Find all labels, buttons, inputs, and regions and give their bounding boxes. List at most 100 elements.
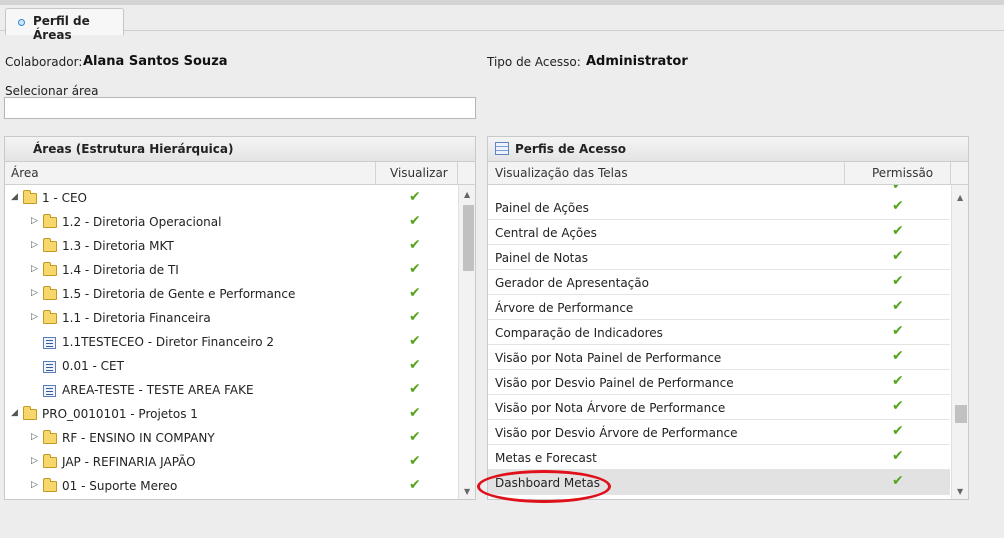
- check-icon[interactable]: ✔: [892, 223, 904, 239]
- tree-row-label: 01 - Suporte Mereo: [62, 479, 178, 493]
- folder-icon: [43, 262, 57, 276]
- check-icon[interactable]: ✔: [892, 248, 904, 264]
- check-icon[interactable]: ✔: [409, 189, 421, 205]
- perfil-row[interactable]: Metas e Forecast ✔: [488, 445, 950, 470]
- areas-scroll-thumb[interactable]: [463, 205, 474, 271]
- check-icon[interactable]: ✔: [409, 309, 421, 325]
- check-icon[interactable]: ✔: [409, 285, 421, 301]
- table-icon: [495, 142, 509, 155]
- tree-row-label: PRO_0010101 - Projetos 1: [42, 407, 198, 421]
- tree-row[interactable]: ◢ 1 - CEO ✔: [5, 187, 457, 211]
- perfis-panel: Perfis de Acesso Visualização das Telas …: [487, 136, 969, 500]
- collapse-arrow-icon[interactable]: ▷: [31, 288, 38, 298]
- perfil-row[interactable]: Central de Ações ✔: [488, 220, 950, 245]
- perfil-row[interactable]: Visão por Nota Painel de Performance ✔: [488, 345, 950, 370]
- tree-row-label: AREA-TESTE - TESTE AREA FAKE: [62, 383, 254, 397]
- highlight-annotation: [477, 470, 611, 503]
- areas-panel-title: Áreas (Estrutura Hierárquica): [33, 142, 234, 156]
- collapse-arrow-icon[interactable]: ▷: [31, 216, 38, 226]
- perfil-row[interactable]: Comparação de Indicadores ✔: [488, 320, 950, 345]
- check-icon: ✔: [892, 185, 904, 193]
- perfil-row[interactable]: Visão por Nota Árvore de Performance ✔: [488, 395, 950, 420]
- check-icon[interactable]: ✔: [892, 298, 904, 314]
- tree-row[interactable]: ▷ 1.2 - Diretoria Operacional ✔: [5, 211, 457, 235]
- perfil-row-label: Comparação de Indicadores: [495, 326, 663, 340]
- check-icon[interactable]: ✔: [409, 381, 421, 397]
- tree-row[interactable]: ▷ 1.1 - Diretoria Financeira ✔: [5, 307, 457, 331]
- tree-row[interactable]: ◢ PRO_0010101 - Projetos 1 ✔: [5, 403, 457, 427]
- col-visualizar[interactable]: Visualizar: [390, 166, 448, 180]
- tree-row-label: 1.4 - Diretoria de TI: [62, 263, 179, 277]
- check-icon[interactable]: ✔: [892, 473, 904, 489]
- tree-row-label: 1.2 - Diretoria Operacional: [62, 215, 222, 229]
- perfil-row-label: Árvore de Performance: [495, 301, 634, 315]
- collapse-arrow-icon[interactable]: ▷: [31, 264, 38, 274]
- tree-row[interactable]: ▷ JAP - REFINARIA JAPÃO ✔: [5, 451, 457, 475]
- tab-label: Perfil de Áreas: [33, 14, 90, 42]
- perfil-row[interactable]: Visão por Desvio Árvore de Performance ✔: [488, 420, 950, 445]
- perfil-row-label: Metas e Forecast: [495, 451, 597, 465]
- perfis-scroll-thumb[interactable]: [955, 405, 967, 423]
- check-icon[interactable]: ✔: [409, 213, 421, 229]
- folder-open-icon: [23, 190, 37, 204]
- folder-icon: [43, 238, 57, 252]
- perfil-row-label: Central de Ações: [495, 226, 597, 240]
- check-icon[interactable]: ✔: [409, 261, 421, 277]
- check-icon[interactable]: ✔: [409, 453, 421, 469]
- perfil-row[interactable]: Árvore de Performance ✔: [488, 295, 950, 320]
- tree-row[interactable]: ▷ 1.5 - Diretoria de Gente e Performance ✔: [5, 283, 457, 307]
- tipo-acesso-value: Administrator: [586, 54, 688, 69]
- check-icon[interactable]: ✔: [409, 237, 421, 253]
- areas-tree: ◢ 1 - CEO ✔ ▷ 1.2 - Diretoria Operacional ✔ ▷ 1…: [5, 185, 457, 499]
- collapse-arrow-icon[interactable]: ▷: [31, 432, 38, 442]
- perfil-row[interactable]: Painel de Notas ✔: [488, 245, 950, 270]
- perfil-row[interactable]: Gerador de Apresentação ✔: [488, 270, 950, 295]
- tab-perfil-de-areas[interactable]: Perfil de Áreas: [5, 8, 124, 42]
- check-icon[interactable]: ✔: [892, 398, 904, 414]
- perfis-list: ✔ Painel de Ações ✔ Central de Ações ✔ Paine…: [488, 185, 950, 499]
- expand-arrow-icon[interactable]: ◢: [11, 192, 18, 202]
- scroll-up-arrow-icon[interactable]: ▲: [464, 190, 470, 199]
- tab-bar: Perfil de Áreas: [0, 0, 1004, 42]
- check-icon[interactable]: ✔: [892, 448, 904, 464]
- selecionar-area-input[interactable]: [4, 97, 476, 119]
- tree-row[interactable]: ▷ 1.3 - Diretoria MKT ✔: [5, 235, 457, 259]
- perfis-scrollbar[interactable]: ▲ ▼: [951, 185, 968, 499]
- tree-row[interactable]: ▷ 1.4 - Diretoria de TI ✔: [5, 259, 457, 283]
- check-icon[interactable]: ✔: [892, 273, 904, 289]
- check-icon[interactable]: ✔: [892, 323, 904, 339]
- perfil-row-label: Visão por Desvio Árvore de Performance: [495, 426, 738, 440]
- check-icon[interactable]: ✔: [892, 198, 904, 214]
- perfil-row-label: Gerador de Apresentação: [495, 276, 649, 290]
- tree-row[interactable]: ▷ RF - ENSINO IN COMPANY ✔: [5, 427, 457, 451]
- check-icon[interactable]: ✔: [409, 429, 421, 445]
- collapse-arrow-icon[interactable]: ▷: [31, 480, 38, 490]
- check-icon[interactable]: ✔: [409, 405, 421, 421]
- tree-row[interactable]: 0.01 - CET ✔: [5, 355, 457, 379]
- check-icon[interactable]: ✔: [892, 423, 904, 439]
- colaborador-value: Alana Santos Souza: [83, 54, 228, 69]
- collapse-arrow-icon[interactable]: ▷: [31, 456, 38, 466]
- tree-row[interactable]: AREA-TESTE - TESTE AREA FAKE ✔: [5, 379, 457, 403]
- scroll-down-arrow-icon[interactable]: ▼: [464, 487, 470, 496]
- check-icon[interactable]: ✔: [409, 357, 421, 373]
- tree-row[interactable]: ▷ 01 - Suporte Mereo ✔: [5, 475, 457, 499]
- expand-arrow-icon[interactable]: ◢: [11, 408, 18, 418]
- folder-open-icon: [23, 406, 37, 420]
- collapse-arrow-icon[interactable]: ▷: [31, 240, 38, 250]
- perfil-row[interactable]: Visão por Desvio Painel de Performance ✔: [488, 370, 950, 395]
- collapse-arrow-icon[interactable]: ▷: [31, 312, 38, 322]
- scroll-up-arrow-icon[interactable]: ▲: [957, 193, 963, 202]
- scroll-down-arrow-icon[interactable]: ▼: [957, 487, 963, 496]
- selecionar-area-label: Selecionar área: [5, 84, 99, 98]
- check-icon[interactable]: ✔: [409, 333, 421, 349]
- check-icon[interactable]: ✔: [892, 348, 904, 364]
- check-icon[interactable]: ✔: [409, 477, 421, 493]
- col-visualizacao-telas[interactable]: Visualização das Telas: [495, 166, 628, 180]
- tree-row[interactable]: 1.1TESTECEO - Diretor Financeiro 2 ✔: [5, 331, 457, 355]
- col-permissao[interactable]: Permissão: [872, 166, 933, 180]
- col-area[interactable]: Área: [11, 166, 39, 180]
- perfil-row[interactable]: Painel de Ações ✔: [488, 195, 950, 220]
- check-icon[interactable]: ✔: [892, 373, 904, 389]
- areas-scrollbar[interactable]: ▲ ▼: [458, 185, 475, 499]
